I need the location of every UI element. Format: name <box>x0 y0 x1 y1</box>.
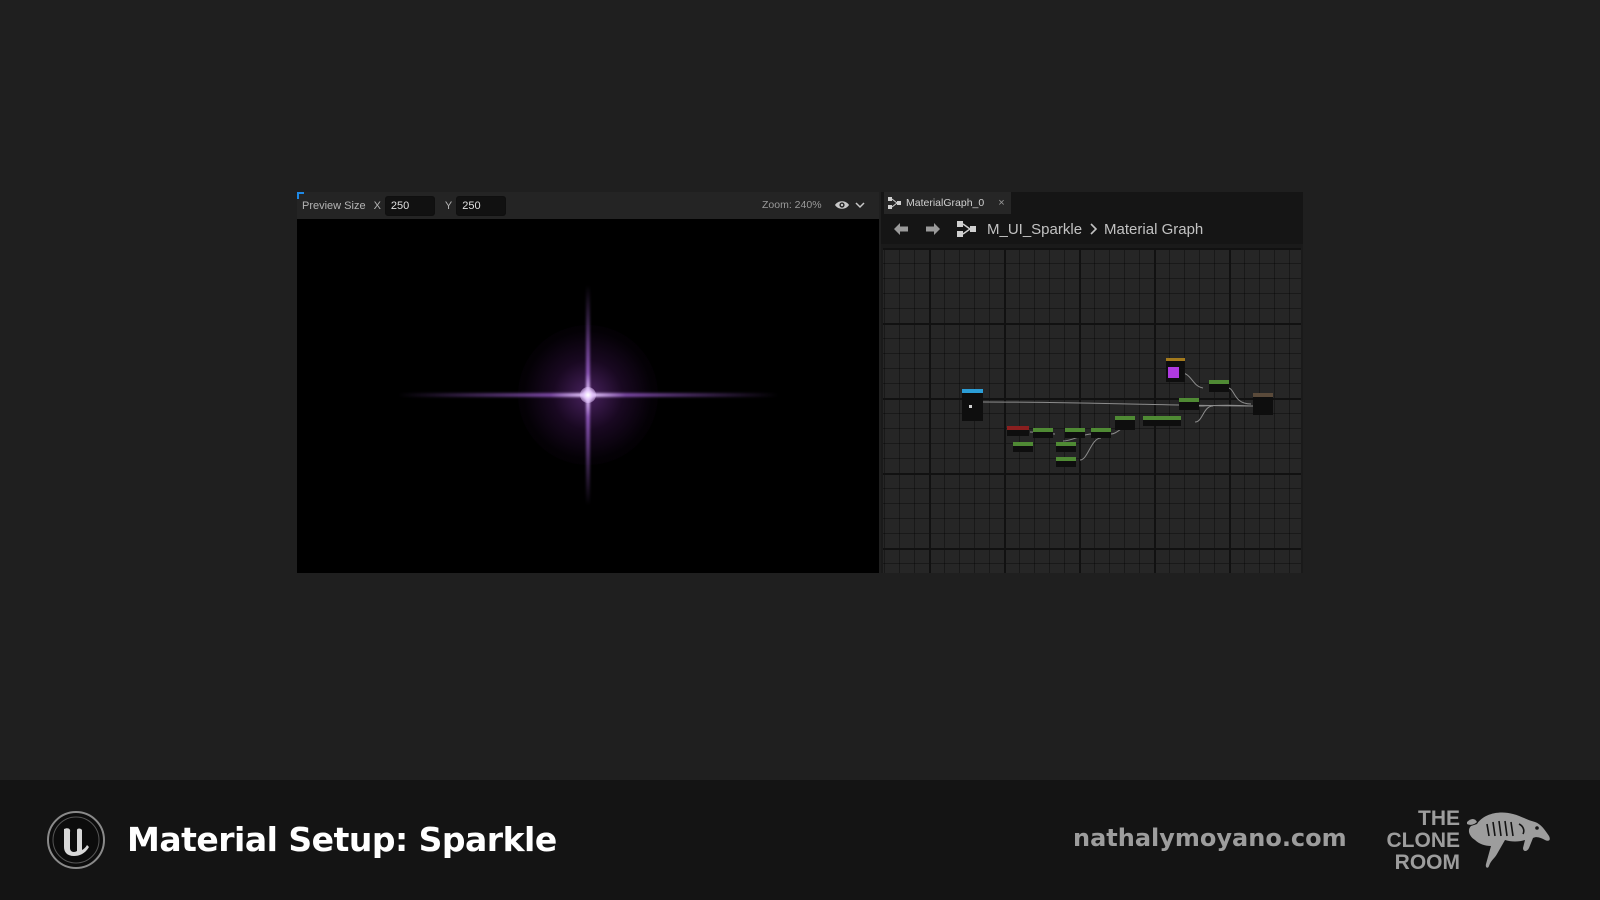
graph-node-math[interactable] <box>1143 416 1161 426</box>
graph-navigation-bar: M_UI_Sparkle Material Graph <box>881 214 1303 244</box>
graph-node-output[interactable] <box>1253 393 1273 415</box>
graph-node-math[interactable] <box>1065 428 1085 438</box>
graph-node-math[interactable] <box>1056 442 1076 452</box>
chevron-right-icon <box>1090 223 1098 235</box>
material-preview-panel: Preview Size X 250 Y 250 Zoom: 240% <box>297 192 879 573</box>
preview-size-label: Preview Size <box>302 199 366 212</box>
material-graph-panel: MaterialGraph_0 × M_UI_Sparkle Material … <box>881 192 1303 573</box>
view-options-button[interactable] <box>834 197 868 213</box>
preview-x-input[interactable]: 250 <box>384 195 435 216</box>
footer-banner: Material Setup: Sparkle nathalymoyano.co… <box>0 780 1600 900</box>
close-icon[interactable]: × <box>998 197 1004 209</box>
graph-node-parameter[interactable] <box>962 389 983 421</box>
graph-icon <box>888 197 901 209</box>
horse-logo-icon <box>1467 812 1550 868</box>
graph-node-math[interactable] <box>1115 416 1135 430</box>
node-graph <box>962 358 1273 467</box>
graph-node-math[interactable] <box>1091 428 1111 438</box>
breadcrumb-material[interactable]: M_UI_Sparkle <box>987 221 1082 238</box>
graph-node-texcoord[interactable] <box>1007 426 1029 436</box>
chevron-down-icon <box>855 202 865 209</box>
preview-y-label: Y <box>444 199 453 212</box>
preview-viewport[interactable] <box>297 219 879 573</box>
tab-bar: MaterialGraph_0 × <box>881 192 1303 214</box>
zoom-level-label: Zoom: 240% <box>762 199 822 211</box>
graph-nodes <box>962 358 1273 467</box>
preview-y-input[interactable]: 250 <box>456 195 507 216</box>
back-button[interactable] <box>889 218 913 240</box>
arrow-left-icon <box>894 223 908 235</box>
tab-material-graph[interactable]: MaterialGraph_0 × <box>884 192 1011 214</box>
slide-title: Material Setup: Sparkle <box>127 820 557 859</box>
sparkle-core <box>580 387 596 403</box>
graph-node-math[interactable] <box>1056 457 1076 467</box>
preview-x-label: X <box>373 199 381 212</box>
studio-line-1: THE <box>1418 807 1460 830</box>
breadcrumb-material-graph[interactable]: Material Graph <box>1104 221 1203 238</box>
studio-logo-text: THE CLONE ROOM <box>1380 807 1461 874</box>
studio-line-3: ROOM <box>1394 851 1460 874</box>
graph-node-math[interactable] <box>1209 380 1229 392</box>
graph-canvas[interactable] <box>883 248 1301 573</box>
tab-title: MaterialGraph_0 <box>906 197 985 209</box>
forward-button[interactable] <box>921 218 945 240</box>
graph-node-vector-constant[interactable] <box>1166 358 1185 382</box>
eye-icon <box>835 201 849 209</box>
preview-toolbar: Preview Size X 250 Y 250 Zoom: 240% <box>297 192 879 219</box>
graph-node-math[interactable] <box>1179 398 1199 410</box>
graph-node-math[interactable] <box>1013 442 1033 452</box>
arrow-right-icon <box>926 223 940 235</box>
graph-node-math[interactable] <box>1161 416 1181 426</box>
graph-node-math[interactable] <box>1033 428 1053 438</box>
unreal-engine-logo <box>47 811 105 869</box>
studio-line-2: CLONE <box>1386 829 1461 852</box>
panel-corner-marker <box>297 192 304 199</box>
website-link[interactable]: nathalymoyano.com <box>1073 824 1347 852</box>
material-graph-icon <box>957 221 976 237</box>
